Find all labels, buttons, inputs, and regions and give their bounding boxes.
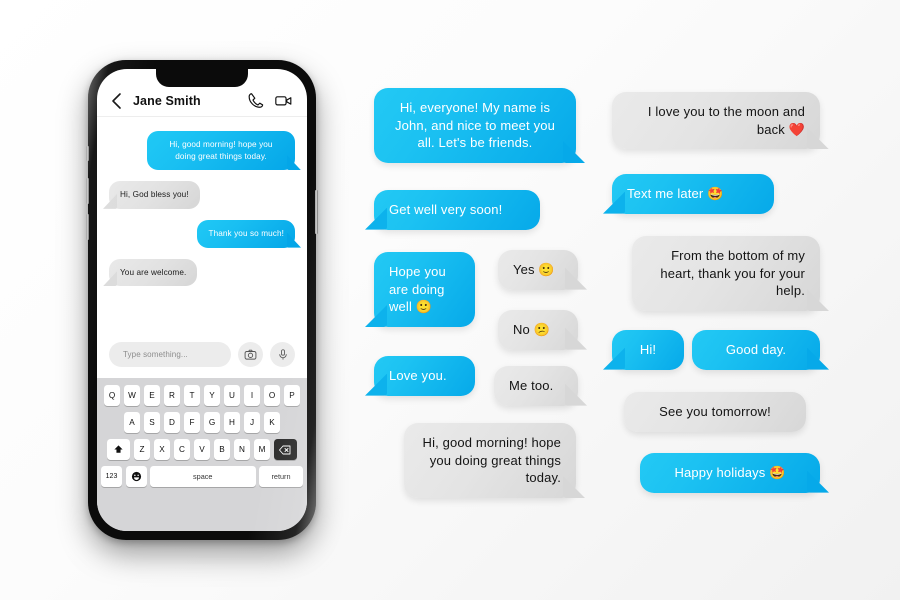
- poster-canvas: Jane Smith Hi, good morning! hope you do…: [0, 0, 900, 600]
- backspace-icon: [279, 445, 291, 454]
- key-c[interactable]: C: [173, 439, 191, 460]
- key-q[interactable]: Q: [103, 385, 121, 406]
- key-j[interactable]: J: [243, 412, 261, 433]
- emoji-icon: [131, 471, 141, 482]
- key-h[interactable]: H: [223, 412, 241, 433]
- key-m[interactable]: M: [253, 439, 271, 460]
- key-w[interactable]: W: [123, 385, 141, 406]
- video-camera-icon[interactable]: [274, 91, 293, 110]
- chat-bubble-incoming: You are welcome.: [109, 258, 198, 287]
- bubble-text-later: Text me later 🤩: [612, 174, 774, 214]
- shift-icon: [114, 445, 123, 453]
- key-n[interactable]: N: [233, 439, 251, 460]
- bubble-good-morning: Hi, good morning! hope you doing great t…: [404, 423, 576, 499]
- key-p[interactable]: P: [283, 385, 301, 406]
- bubble-moon-back: I love you to the moon and back ❤️: [612, 92, 820, 150]
- camera-icon: [244, 349, 257, 360]
- message-row: You are welcome.: [109, 258, 295, 287]
- key-s[interactable]: S: [143, 412, 161, 433]
- key-v[interactable]: V: [193, 439, 211, 460]
- bubble-get-well: Get well very soon!: [374, 190, 540, 230]
- bubble-me-too: Me too.: [494, 366, 578, 406]
- backspace-key[interactable]: [273, 439, 297, 460]
- shift-key[interactable]: [107, 439, 131, 460]
- bubble-hi: Hi!: [612, 330, 684, 370]
- keyboard-row-3: Z X C V B N M: [101, 439, 303, 460]
- chat-bubble-incoming: Hi, God bless you!: [109, 181, 200, 209]
- return-key[interactable]: return: [259, 466, 303, 487]
- key-t[interactable]: T: [183, 385, 201, 406]
- message-row: Thank you so much!: [109, 219, 295, 248]
- bubble-see-you: See you tomorrow!: [624, 392, 806, 432]
- key-o[interactable]: O: [263, 385, 281, 406]
- numbers-key[interactable]: 123: [101, 466, 122, 487]
- keyboard-row-4: 123 space return: [101, 466, 303, 487]
- key-r[interactable]: R: [163, 385, 181, 406]
- space-key[interactable]: space: [150, 466, 256, 487]
- message-input[interactable]: Type something...: [109, 341, 231, 367]
- phone-device: Jane Smith Hi, good morning! hope you do…: [86, 60, 318, 540]
- key-z[interactable]: Z: [133, 439, 151, 460]
- volume-down-button[interactable]: [86, 214, 89, 240]
- key-b[interactable]: B: [213, 439, 231, 460]
- keyboard-row-2: A S D F G H J K: [101, 412, 303, 433]
- key-d[interactable]: D: [163, 412, 181, 433]
- key-k[interactable]: K: [263, 412, 281, 433]
- chat-bubble-outgoing: Hi, good morning! hope you doing great t…: [147, 131, 295, 171]
- bubble-hope-well: Hope you are doing well 🙂: [374, 252, 475, 328]
- key-i[interactable]: I: [243, 385, 261, 406]
- message-row: Hi, God bless you!: [109, 181, 295, 209]
- phone-notch: [156, 69, 248, 87]
- chat-bubble-outgoing: Thank you so much!: [197, 219, 295, 248]
- volume-up-button[interactable]: [86, 178, 89, 204]
- bubble-intro: Hi, everyone! My name is John, and nice …: [374, 88, 576, 164]
- phone-screen: Jane Smith Hi, good morning! hope you do…: [97, 69, 307, 531]
- silent-switch[interactable]: [86, 146, 89, 161]
- key-u[interactable]: U: [223, 385, 241, 406]
- key-x[interactable]: X: [153, 439, 171, 460]
- phone-icon[interactable]: [246, 91, 265, 110]
- emoji-key[interactable]: [125, 466, 147, 487]
- key-a[interactable]: A: [123, 412, 141, 433]
- camera-button[interactable]: [238, 341, 263, 367]
- contact-name: Jane Smith: [133, 93, 201, 108]
- bubble-no: No 😕: [498, 310, 578, 350]
- bubble-happy-holidays: Happy holidays 🤩: [640, 453, 820, 493]
- bubble-love-you: Love you.: [374, 356, 475, 396]
- chevron-left-icon[interactable]: [109, 91, 125, 111]
- microphone-icon: [278, 348, 287, 360]
- chat-message-list: Hi, good morning! hope you doing great t…: [97, 117, 307, 330]
- key-f[interactable]: F: [183, 412, 201, 433]
- bubble-bottom-heart: From the bottom of my heart, thank you f…: [632, 236, 820, 312]
- virtual-keyboard: Q W E R T Y U I O P A S D F G H J K Z X …: [97, 378, 307, 531]
- key-g[interactable]: G: [203, 412, 221, 433]
- bubble-yes: Yes 🙂: [498, 250, 578, 290]
- message-row: Hi, good morning! hope you doing great t…: [109, 131, 295, 171]
- key-y[interactable]: Y: [203, 385, 221, 406]
- bubble-good-day: Good day.: [692, 330, 820, 370]
- keyboard-row-1: Q W E R T Y U I O P: [101, 385, 303, 406]
- key-e[interactable]: E: [143, 385, 161, 406]
- power-button[interactable]: [315, 190, 318, 234]
- microphone-button[interactable]: [270, 341, 295, 367]
- message-input-bar: Type something...: [97, 330, 307, 378]
